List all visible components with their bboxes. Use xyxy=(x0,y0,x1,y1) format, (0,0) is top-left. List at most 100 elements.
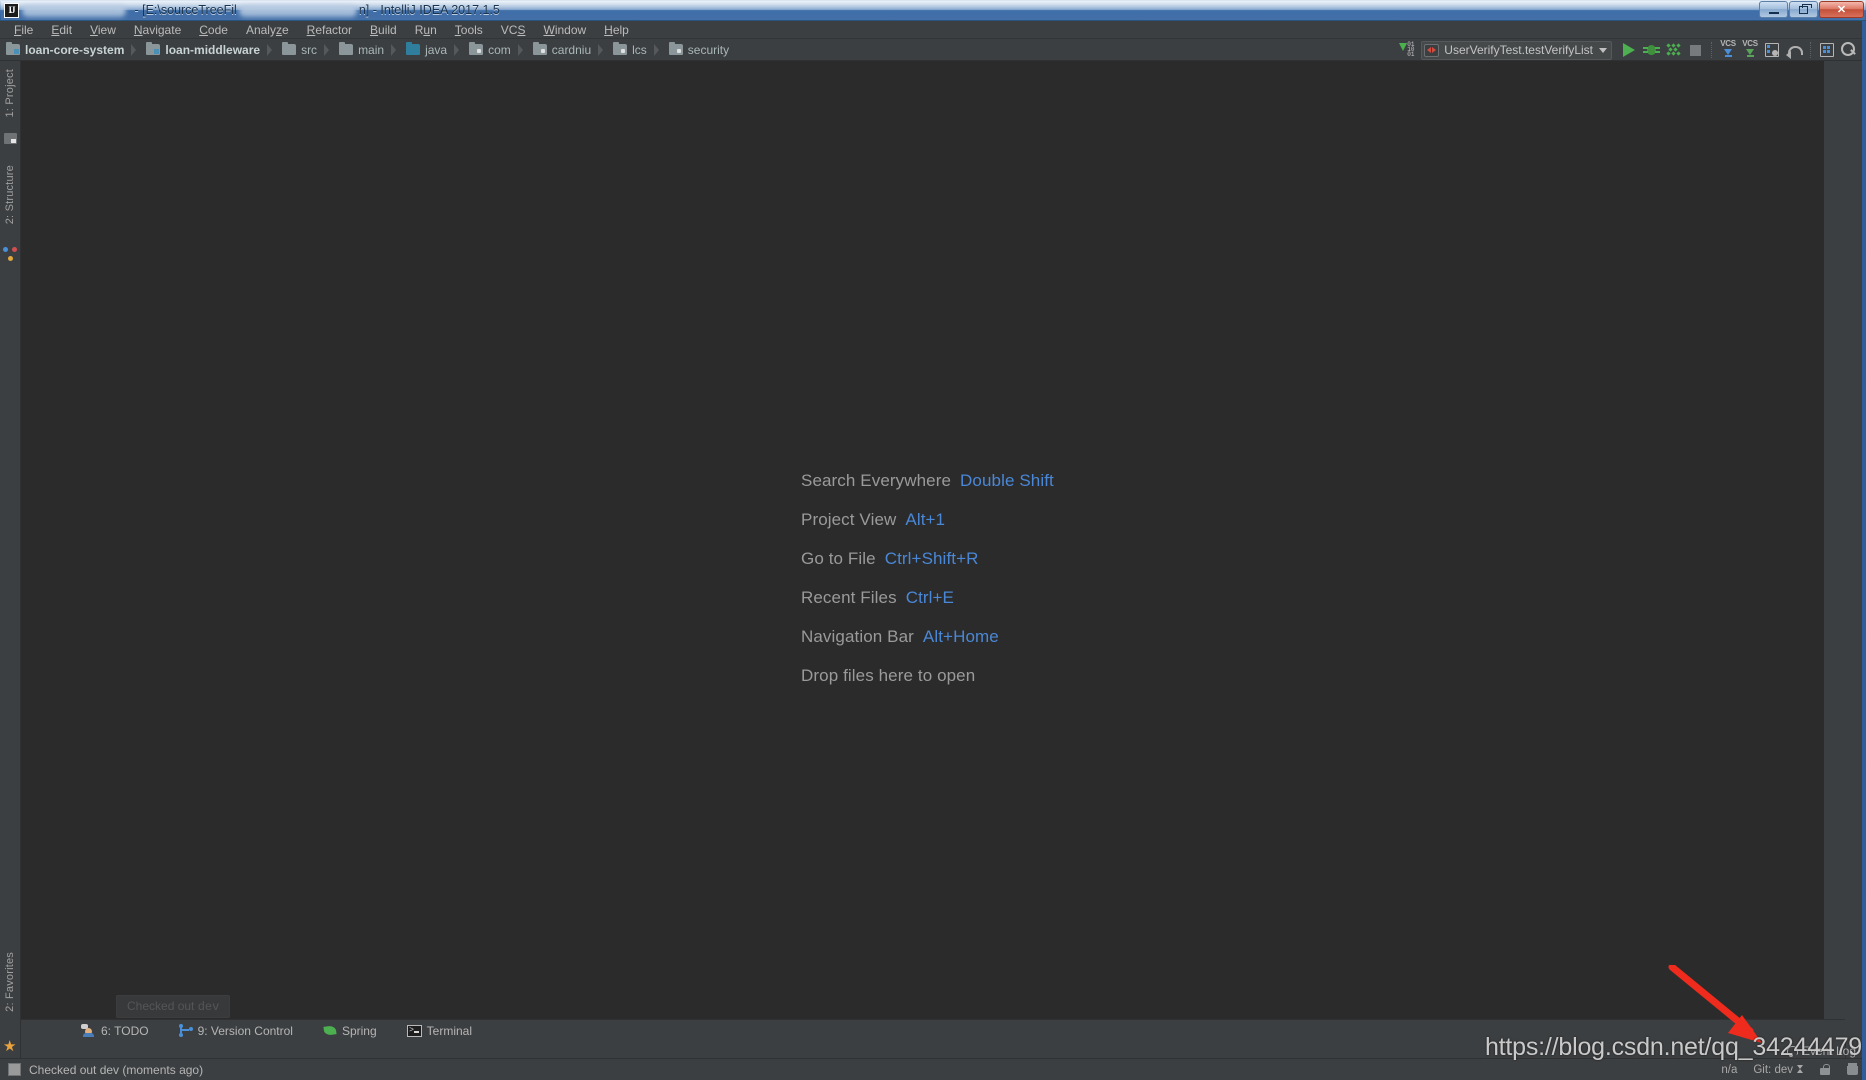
compare-branch-icon: 01 10 01 xyxy=(1398,42,1418,58)
close-button[interactable]: ✕ xyxy=(1819,1,1864,18)
status-branch[interactable]: Git: dev xyxy=(1753,1064,1803,1076)
menu-analyze[interactable]: Analyze xyxy=(237,21,298,39)
breadcrumb-label: loan-core-system xyxy=(25,42,125,57)
menu-edit[interactable]: Edit xyxy=(42,21,81,39)
hint-action: Navigation Bar xyxy=(801,626,914,646)
breadcrumb-item-security[interactable]: security xyxy=(663,39,733,61)
breadcrumb-label: src xyxy=(301,42,318,57)
commit-changes-button[interactable]: VCS xyxy=(1739,39,1761,61)
compare-with-branch-button[interactable]: 01 10 01 xyxy=(1397,39,1419,61)
menu-refactor[interactable]: Refactor xyxy=(298,21,361,39)
breadcrumb-item-com[interactable]: com xyxy=(463,39,527,61)
hint-action: Project View xyxy=(801,509,897,529)
run-with-coverage-button[interactable] xyxy=(1662,39,1684,61)
status-encoding[interactable]: n/a xyxy=(1721,1064,1737,1076)
app-icon: IJ xyxy=(4,3,19,18)
breadcrumb-label: security xyxy=(687,42,730,57)
update-project-button[interactable]: VCS xyxy=(1717,39,1739,61)
tool-window-spring[interactable]: Spring xyxy=(323,1024,377,1038)
hint-action: Go to File xyxy=(801,548,876,568)
version-control-icon xyxy=(178,1024,193,1037)
bell-icon xyxy=(1786,1045,1798,1058)
structure-icon xyxy=(1820,43,1834,57)
close-icon: ✕ xyxy=(1836,4,1847,16)
chevron-down-icon xyxy=(1599,47,1607,53)
search-everywhere-button[interactable] xyxy=(1838,39,1860,61)
stop-button[interactable] xyxy=(1684,39,1706,61)
run-configuration-selector[interactable]: UserVerifyTest.testVerifyList xyxy=(1421,40,1612,60)
notification-branch: dev xyxy=(197,1000,220,1014)
hint-shortcut: Ctrl+E xyxy=(905,587,954,607)
project-icon xyxy=(4,133,17,144)
breadcrumb-item-cardniu[interactable]: cardniu xyxy=(527,39,607,61)
sidebar-item-structure[interactable]: 2: Structure xyxy=(0,161,21,271)
module-icon xyxy=(6,41,20,55)
status-message-group: Checked out dev (moments ago) xyxy=(0,1063,203,1077)
menu-vcs[interactable]: VCS xyxy=(492,21,535,39)
menu-build[interactable]: Build xyxy=(361,21,406,39)
menu-view[interactable]: View xyxy=(81,21,125,39)
trash-icon[interactable] xyxy=(1847,1063,1858,1076)
status-indicator-icon xyxy=(8,1063,21,1076)
vcs-commit-icon: VCS xyxy=(1739,40,1761,60)
vcs-operations-button[interactable] xyxy=(1761,39,1783,61)
breadcrumb-item-src[interactable]: src xyxy=(276,39,333,61)
menu-help[interactable]: Help xyxy=(595,21,638,39)
window-edge-strip xyxy=(1862,21,1866,1080)
tool-window-label: 6: TODO xyxy=(101,1023,149,1038)
window-title: - [E:\sourceTreeFil n] - IntelliJ IDEA 20… xyxy=(22,0,500,21)
lock-icon[interactable] xyxy=(1819,1063,1831,1076)
restore-button[interactable] xyxy=(1789,1,1818,18)
rollback-button[interactable] xyxy=(1783,39,1805,61)
terminal-icon xyxy=(406,1024,422,1037)
sidebar-item-favorites[interactable]: 2: Favorites ★ xyxy=(0,948,21,1058)
menu-tools[interactable]: Tools xyxy=(446,21,492,39)
hint-drop-files: Drop files here to open xyxy=(801,656,1054,695)
source-folder-icon xyxy=(406,41,421,55)
hint-search-everywhere: Search Everywhere Double Shift xyxy=(801,461,1054,500)
sidebar-item-label: 1: Project xyxy=(4,69,16,118)
breadcrumb-label: loan-middleware xyxy=(165,42,261,57)
bug-icon xyxy=(1642,43,1660,57)
breadcrumb-item-main[interactable]: main xyxy=(333,39,400,61)
run-button[interactable] xyxy=(1618,39,1640,61)
tool-window-terminal[interactable]: Terminal xyxy=(406,1024,472,1038)
package-icon xyxy=(613,41,628,55)
menu-navigate[interactable]: Navigate xyxy=(125,21,190,39)
event-log-button[interactable]: Event Log xyxy=(1786,1044,1856,1058)
editor-empty-area[interactable]: Search Everywhere Double Shift Project V… xyxy=(21,61,1824,1041)
play-icon xyxy=(1623,43,1635,57)
hint-action: Recent Files xyxy=(801,587,897,607)
menu-run[interactable]: Run xyxy=(406,21,446,39)
minimize-button[interactable] xyxy=(1759,1,1788,18)
breadcrumb-item-lcs[interactable]: lcs xyxy=(607,39,663,61)
menu-file[interactable]: File xyxy=(5,21,42,39)
breadcrumb-item-loan-middleware[interactable]: loan-middleware xyxy=(140,39,276,61)
breadcrumb-label: main xyxy=(358,42,385,57)
debug-button[interactable] xyxy=(1640,39,1662,61)
tool-window-todo[interactable]: 6: TODO xyxy=(81,1024,149,1038)
menu-window[interactable]: Window xyxy=(534,21,595,39)
package-icon xyxy=(532,41,547,55)
tool-window-label: 9: Version Control xyxy=(197,1023,293,1038)
sidebar-item-label: 2: Favorites xyxy=(4,952,16,1012)
hint-shortcut: Alt+1 xyxy=(905,509,946,529)
breadcrumb-item-java[interactable]: java xyxy=(400,39,463,61)
todo-icon xyxy=(81,1024,96,1037)
toolbar-separator xyxy=(1711,42,1712,58)
main-toolbar: 01 10 01 UserVerifyTest.testVerifyList V… xyxy=(1397,39,1866,61)
tool-window-version-control[interactable]: 9: Version Control xyxy=(178,1023,293,1038)
breadcrumb-item-loan-core-system[interactable]: loan-core-system xyxy=(0,39,140,61)
breadcrumb-label: lcs xyxy=(632,42,647,57)
title-redaction-right xyxy=(238,4,357,17)
vcs-update-icon: VCS xyxy=(1717,40,1739,60)
chevron-updown-icon xyxy=(1797,1064,1803,1073)
package-icon xyxy=(469,41,484,55)
structure-button[interactable] xyxy=(1816,39,1838,61)
menu-code[interactable]: Code xyxy=(190,21,237,39)
sidebar-item-project[interactable]: 1: Project xyxy=(0,61,21,151)
undo-icon xyxy=(1786,43,1803,59)
hint-go-to-file: Go to File Ctrl+Shift+R xyxy=(801,539,1054,578)
breadcrumb-label: com xyxy=(488,42,511,57)
breadcrumb-label: cardniu xyxy=(551,42,592,57)
